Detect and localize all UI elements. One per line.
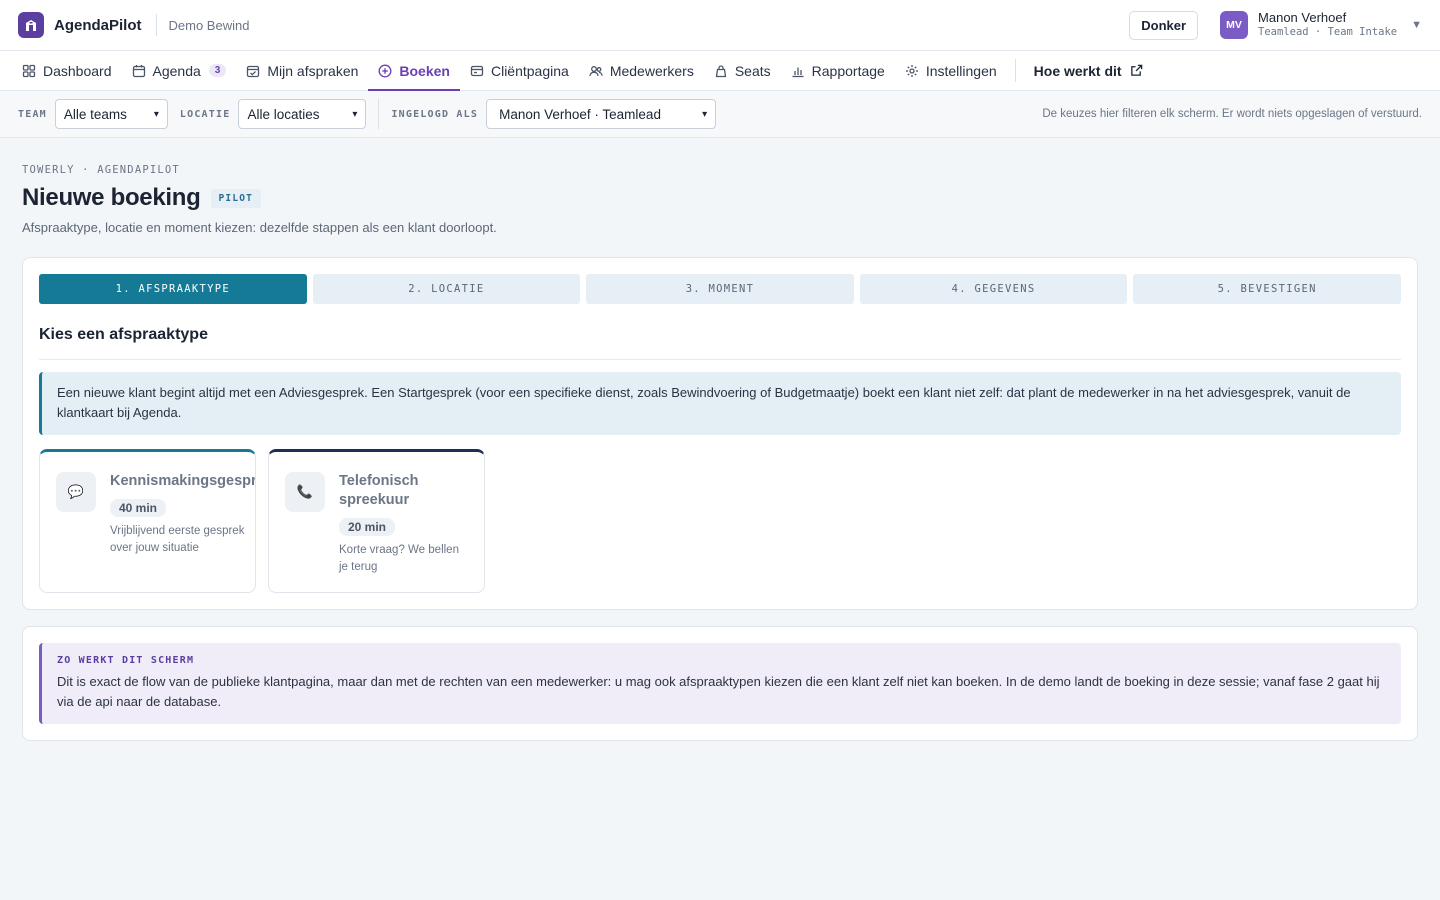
booking-wizard-card: 1. AFSPRAAKTYPE 2. LOCATIE 3. MOMENT 4. …: [22, 257, 1418, 610]
type-description: Vrijblijvend eerste gesprek over jouw si…: [110, 525, 245, 554]
help-title: ZO WERKT DIT SCHERM: [57, 655, 195, 666]
org-name: Demo Bewind: [168, 17, 250, 33]
location-select-value: Alle locaties: [247, 106, 320, 122]
type-card-kennismakingsgesprek[interactable]: 💬 Kennismakingsgesprek 40 min Vrijblijve…: [39, 449, 256, 593]
help-card: ZO WERKT DIT SCHERM Dit is exact de flow…: [22, 626, 1418, 741]
nav-item-clientpagina[interactable]: Cliëntpagina: [460, 51, 579, 90]
team-select[interactable]: Alle teams ▾: [54, 99, 168, 129]
calendar-icon: [132, 64, 145, 77]
nav-label: Rapportage: [811, 62, 885, 79]
logged-in-label: INGELOGD ALS: [391, 108, 479, 120]
app-name: AgendaPilot: [54, 16, 142, 34]
logged-in-select[interactable]: Manon Verhoef · Teamlead ▾: [486, 99, 717, 129]
nav-label: Dashboard: [43, 62, 112, 79]
agenda-count-badge: 3: [208, 64, 227, 77]
team-filter-label: TEAM: [18, 108, 47, 120]
window-icon: [470, 65, 484, 76]
bag-icon: [715, 64, 727, 77]
nav-label: Medewerkers: [609, 62, 694, 79]
nav-label: Boeken: [399, 62, 450, 79]
page-title: Nieuwe boeking: [22, 184, 201, 211]
users-icon: [589, 65, 603, 76]
type-name: Telefonisch spreekuur: [339, 473, 419, 508]
top-bar: AgendaPilot Demo Bewind Donker MV Manon …: [0, 0, 1440, 51]
nav-label: Mijn afspraken: [267, 62, 359, 79]
section-title: Kies een afspraaktype: [39, 326, 1401, 360]
filter-divider: [378, 99, 380, 129]
team-select-value: Alle teams: [63, 106, 127, 122]
nav-divider: [1014, 59, 1016, 82]
user-role: Teamlead · Team Intake: [1258, 26, 1398, 38]
app-logo-icon[interactable]: [18, 12, 44, 38]
nav-item-medewerkers[interactable]: Medewerkers: [579, 51, 704, 90]
nav-item-dashboard[interactable]: Dashboard: [12, 51, 122, 90]
step-afspraaktype[interactable]: 1. AFSPRAAKTYPE: [39, 274, 307, 304]
nav-label: Instellingen: [925, 62, 997, 79]
help-link[interactable]: Hoe werkt dit: [1024, 51, 1160, 90]
step-locatie[interactable]: 2. LOCATIE: [312, 274, 581, 304]
chat-bubble-icon: 💬: [56, 472, 96, 512]
step-bevestigen[interactable]: 5. BEVESTIGEN: [1133, 274, 1401, 304]
nav-label: Seats: [734, 62, 771, 79]
location-select[interactable]: Alle locaties ▾: [238, 99, 367, 129]
chevron-down-icon: ▾: [352, 108, 358, 120]
nav-item-mijn-afspraken[interactable]: Mijn afspraken: [236, 51, 368, 90]
help-callout: ZO WERKT DIT SCHERM Dit is exact de flow…: [39, 643, 1401, 724]
gear-icon: [905, 64, 918, 77]
nav-item-instellingen[interactable]: Instellingen: [895, 51, 1007, 90]
type-description: Korte vraag? We bellen je terug: [339, 544, 459, 573]
help-link-label: Hoe werkt dit: [1033, 62, 1122, 79]
breadcrumb: TOWERLY · AGENDAPILOT: [22, 164, 180, 176]
external-link-icon: [1130, 64, 1142, 76]
nav-item-agenda[interactable]: Agenda 3: [122, 51, 237, 90]
page-subtitle: Afspraaktype, locatie en moment kiezen: …: [22, 220, 497, 235]
filter-note: De keuzes hier filteren elk scherm. Er w…: [1042, 108, 1422, 120]
filter-bar: TEAM Alle teams ▾ LOCATIE Alle locaties …: [0, 91, 1440, 138]
brand-divider: [155, 14, 157, 36]
step-gegevens[interactable]: 4. GEGEVENS: [859, 274, 1128, 304]
nav-label: Agenda: [152, 62, 201, 79]
appointment-types: 💬 Kennismakingsgesprek 40 min Vrijblijve…: [39, 449, 1401, 593]
chevron-down-icon[interactable]: ▼: [1411, 19, 1422, 31]
wizard-steps: 1. AFSPRAAKTYPE 2. LOCATIE 3. MOMENT 4. …: [39, 274, 1401, 304]
chevron-down-icon: ▾: [702, 108, 708, 120]
help-text: Dit is exact de flow van de publieke kla…: [57, 674, 1380, 709]
duration-badge: 40 min: [110, 499, 167, 517]
location-filter-label: LOCATIE: [179, 108, 231, 120]
step-moment[interactable]: 3. MOMENT: [586, 274, 854, 304]
logged-in-select-value: Manon Verhoef · Teamlead: [499, 106, 661, 122]
pilot-badge: PILOT: [210, 188, 262, 208]
user-name: Manon Verhoef: [1258, 10, 1347, 25]
plus-circle-icon: [378, 64, 392, 77]
duration-badge: 20 min: [339, 518, 396, 536]
calendar-check-icon: [247, 65, 260, 77]
main-content: TOWERLY · AGENDAPILOT Nieuwe boeking PIL…: [0, 164, 1440, 741]
theme-toggle-button[interactable]: Donker: [1129, 10, 1199, 40]
nav-item-rapportage[interactable]: Rapportage: [781, 51, 895, 90]
phone-icon: 📞: [285, 472, 325, 512]
avatar: MV: [1220, 11, 1249, 39]
info-callout: Een nieuwe klant begint altijd met een A…: [39, 372, 1401, 435]
grid-icon: [22, 64, 36, 77]
main-nav: Dashboard Agenda 3 Mijn afspraken Boeken…: [0, 51, 1440, 91]
type-name: Kennismakingsgesprek: [110, 473, 255, 489]
chevron-down-icon: ▾: [153, 108, 159, 120]
type-card-telefonisch-spreekuur[interactable]: 📞 Telefonisch spreekuur 20 min Korte vra…: [268, 449, 485, 593]
nav-item-boeken[interactable]: Boeken: [368, 51, 460, 91]
nav-label: Cliëntpagina: [490, 62, 569, 79]
nav-item-seats[interactable]: Seats: [704, 51, 781, 90]
user-menu[interactable]: MV Manon Verhoef Teamlead · Team Intake …: [1220, 11, 1422, 39]
bar-chart-icon: [792, 67, 804, 77]
